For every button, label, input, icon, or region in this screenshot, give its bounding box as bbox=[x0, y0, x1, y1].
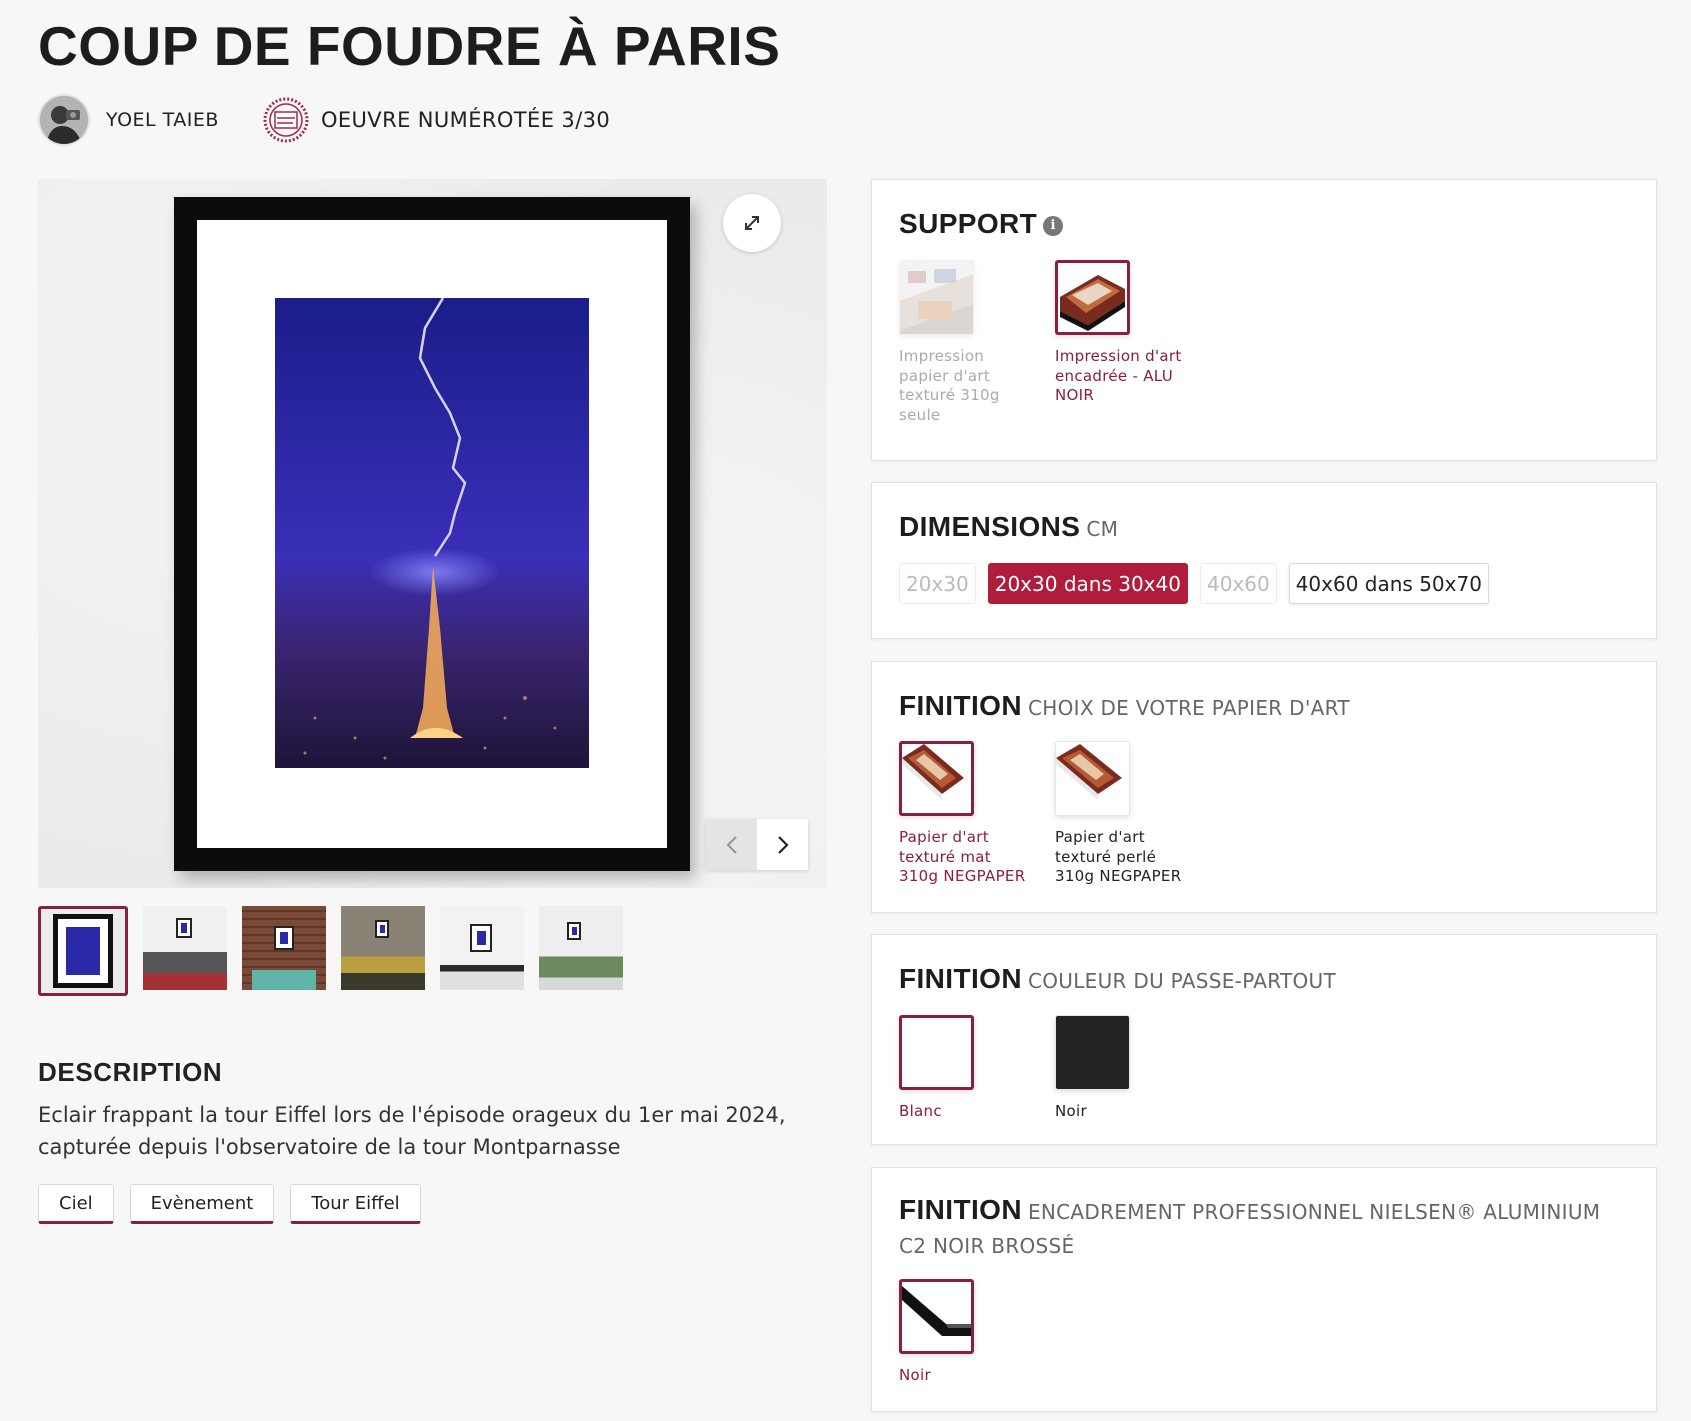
page-title: COUP DE FOUDRE À PARIS bbox=[38, 15, 781, 77]
paper-option-pearl[interactable]: Papier d'art texturé perlé 310g NEGPAPER bbox=[1055, 741, 1185, 887]
artist-avatar[interactable] bbox=[38, 94, 90, 146]
thumbnail[interactable] bbox=[341, 906, 425, 990]
description-text: Eclair frappant la tour Eiffel lors de l… bbox=[38, 1103, 786, 1159]
frame-finish-panel: FINITION ENCADREMENT PROFESSIONNEL NIELSE… bbox=[871, 1167, 1657, 1412]
passe-partout bbox=[197, 220, 667, 848]
dimension-options: 20x30 20x30 dans 30x40 40x60 40x60 dans … bbox=[899, 563, 1501, 604]
expand-button[interactable] bbox=[723, 194, 781, 252]
support-heading: SUPPORT i bbox=[899, 207, 1064, 241]
mat-color-panel: FINITION COULEUR DU PASSE-PARTOUT Blanc N… bbox=[871, 934, 1657, 1145]
tag-button[interactable]: Ciel bbox=[38, 1184, 114, 1224]
next-image-button[interactable] bbox=[757, 819, 808, 870]
tag-button[interactable]: Tour Eiffel bbox=[290, 1184, 421, 1224]
support-option-paper-only[interactable]: Impression papier d'art texturé 310g seu… bbox=[899, 260, 1029, 425]
expand-icon bbox=[745, 216, 759, 230]
product-meta: YOEL TAIEB OEUVRE NUMÉROTÉE 3/30 bbox=[38, 92, 610, 148]
artwork-photo bbox=[275, 298, 589, 768]
edition-number: OEUVRE NUMÉROTÉE 3/30 bbox=[320, 108, 611, 132]
thumbnail[interactable] bbox=[242, 906, 326, 990]
thumbnail[interactable] bbox=[38, 906, 128, 996]
support-option-framed[interactable]: Impression d'art encadrée - ALU NOIR bbox=[1055, 260, 1185, 406]
framed-artwork bbox=[174, 197, 690, 871]
dimensions-heading: DIMENSIONS CM bbox=[899, 511, 1119, 542]
dimension-option-40x60-in-50x70[interactable]: 40x60 dans 50x70 bbox=[1288, 563, 1489, 604]
paper-finish-heading: FINITION CHOIX DE VOTRE PAPIER D'ART bbox=[899, 690, 1350, 721]
dimension-option-20x30-in-30x40[interactable]: 20x30 dans 30x40 bbox=[987, 563, 1188, 604]
chevron-left-icon bbox=[725, 835, 737, 854]
support-panel: SUPPORT i Impression papier d'art texturé… bbox=[871, 179, 1657, 461]
frame-finish-heading: FINITION ENCADREMENT PROFESSIONNEL NIELSE… bbox=[899, 1194, 1601, 1258]
image-nav bbox=[706, 819, 808, 870]
mat-option-white[interactable]: Blanc bbox=[899, 1015, 1029, 1122]
dimensions-panel: DIMENSIONS CM 20x30 20x30 dans 30x40 40x6… bbox=[871, 482, 1657, 639]
dimension-option-20x30[interactable]: 20x30 bbox=[899, 563, 976, 604]
mat-option-black[interactable]: Noir bbox=[1055, 1015, 1185, 1122]
thumbnail-strip bbox=[38, 906, 638, 996]
tag-list: Ciel Evènement Tour Eiffel bbox=[38, 1184, 437, 1224]
previous-image-button[interactable] bbox=[706, 819, 757, 870]
paper-option-mat[interactable]: Papier d'art texturé mat 310g NEGPAPER bbox=[899, 741, 1029, 887]
chevron-right-icon bbox=[777, 835, 789, 854]
mat-color-heading: FINITION COULEUR DU PASSE-PARTOUT bbox=[899, 963, 1337, 994]
photo-art-stamp-icon bbox=[263, 97, 309, 143]
info-icon[interactable]: i bbox=[1043, 215, 1064, 236]
description-title: DESCRIPTION bbox=[38, 1057, 223, 1087]
main-image-viewer[interactable] bbox=[38, 179, 827, 888]
thumbnail[interactable] bbox=[143, 906, 227, 990]
artist-name[interactable]: YOEL TAIEB bbox=[106, 109, 219, 131]
dimension-option-40x60[interactable]: 40x60 bbox=[1199, 563, 1277, 604]
frame-option-black[interactable]: Noir bbox=[899, 1279, 1029, 1386]
thumbnail[interactable] bbox=[539, 906, 623, 990]
paper-finish-panel: FINITION CHOIX DE VOTRE PAPIER D'ART Papi… bbox=[871, 661, 1657, 913]
tag-button[interactable]: Evènement bbox=[129, 1184, 275, 1224]
thumbnail[interactable] bbox=[440, 906, 524, 990]
